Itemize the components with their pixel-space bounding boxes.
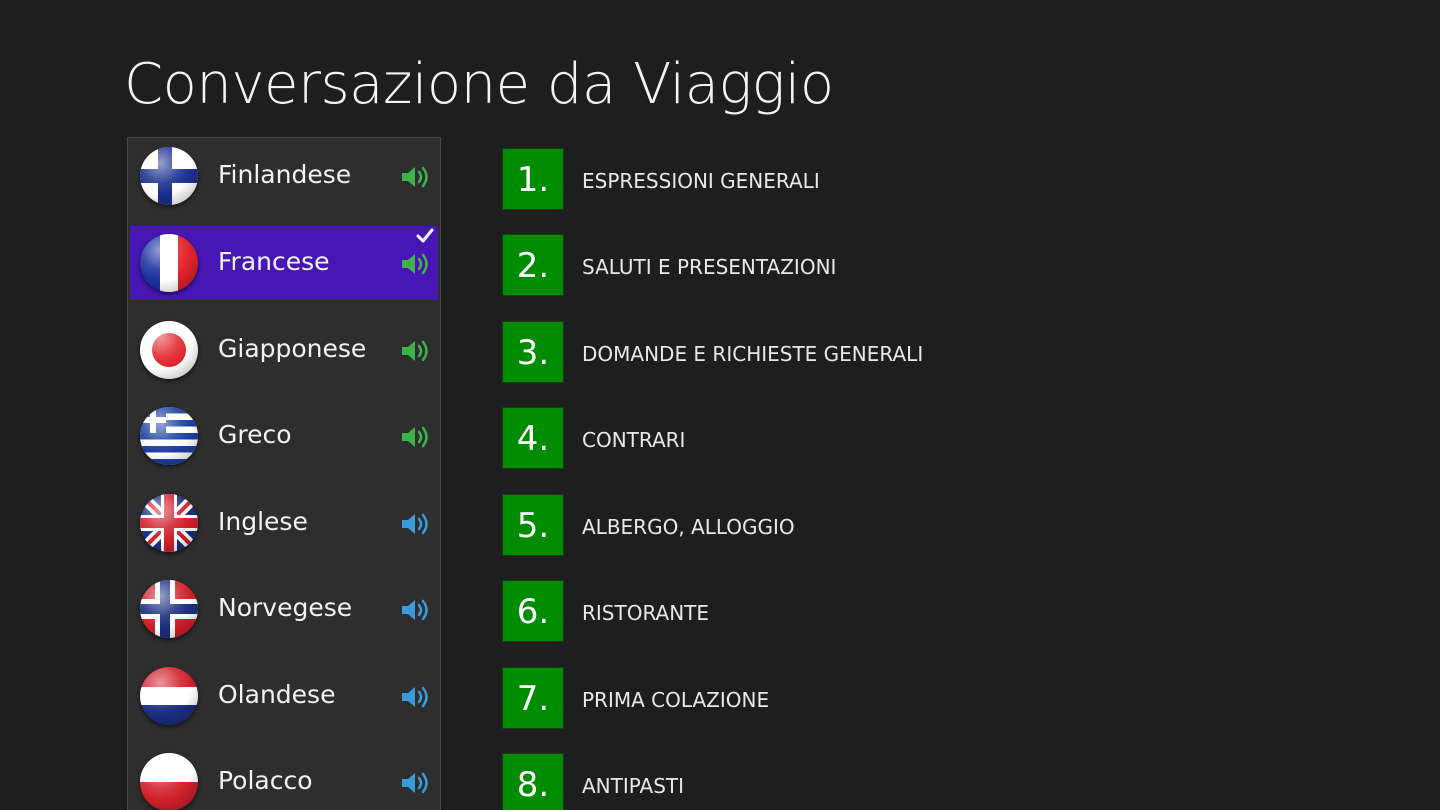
language-item-greco[interactable]: Greco <box>130 399 438 473</box>
language-name: Finlandese <box>218 160 352 189</box>
netherlands-flag-icon <box>140 667 198 725</box>
uk-flag-icon <box>140 494 198 552</box>
speaker-icon[interactable] <box>400 769 432 797</box>
language-name: Giapponese <box>218 334 367 363</box>
language-item-giapponese[interactable]: Giapponese <box>130 313 438 387</box>
topic-number-tile: 6. <box>502 580 564 642</box>
language-item-francese[interactable]: Francese <box>130 226 438 300</box>
topic-label: DOMANDE E RICHIESTE GENERALI <box>582 342 924 366</box>
topic-item-2[interactable]: 2. SALUTI E PRESENTAZIONI <box>502 234 1302 298</box>
topic-item-1[interactable]: 1. ESPRESSIONI GENERALI <box>502 148 1302 212</box>
france-flag-icon <box>140 234 198 292</box>
topic-number-tile: 4. <box>502 407 564 469</box>
topic-number-tile: 1. <box>502 148 564 210</box>
japan-flag-icon <box>140 321 198 379</box>
norway-flag-icon <box>140 580 198 638</box>
topic-number-tile: 7. <box>502 667 564 729</box>
topic-label: SALUTI E PRESENTAZIONI <box>582 255 837 279</box>
topic-number-tile: 3. <box>502 321 564 383</box>
language-name: Olandese <box>218 680 336 709</box>
topic-number-tile: 8. <box>502 753 564 810</box>
language-item-olandese[interactable]: Olandese <box>130 659 438 733</box>
topic-label: ESPRESSIONI GENERALI <box>582 169 820 193</box>
speaker-icon[interactable] <box>400 423 432 451</box>
greece-flag-icon <box>140 407 198 465</box>
language-list[interactable]: Finlandese Francese Giapponese Greco Ing… <box>127 137 441 810</box>
speaker-icon[interactable] <box>400 163 432 191</box>
topic-label: ANTIPASTI <box>582 774 685 798</box>
topic-label: RISTORANTE <box>582 601 710 625</box>
language-name: Inglese <box>218 507 308 536</box>
topic-item-7[interactable]: 7. PRIMA COLAZIONE <box>502 667 1302 731</box>
topic-item-8[interactable]: 8. ANTIPASTI <box>502 753 1302 810</box>
page-title: Conversazione da Viaggio <box>124 52 834 117</box>
language-item-polacco[interactable]: Polacco <box>130 745 438 810</box>
finland-flag-icon <box>140 147 198 205</box>
language-item-norvegese[interactable]: Norvegese <box>130 572 438 646</box>
poland-flag-icon <box>140 753 198 810</box>
topic-number-tile: 5. <box>502 494 564 556</box>
language-name: Greco <box>218 420 292 449</box>
topic-number-tile: 2. <box>502 234 564 296</box>
speaker-icon[interactable] <box>400 683 432 711</box>
topic-item-4[interactable]: 4. CONTRARI <box>502 407 1302 471</box>
language-item-finlandese[interactable]: Finlandese <box>130 139 438 213</box>
checkmark-icon <box>416 228 434 243</box>
app-page: Conversazione da Viaggio Finlandese Fran… <box>0 0 1440 810</box>
topic-label: PRIMA COLAZIONE <box>582 688 770 712</box>
topic-label: ALBERGO, ALLOGGIO <box>582 515 795 539</box>
speaker-icon[interactable] <box>400 596 432 624</box>
topic-item-5[interactable]: 5. ALBERGO, ALLOGGIO <box>502 494 1302 558</box>
speaker-icon[interactable] <box>400 337 432 365</box>
speaker-icon[interactable] <box>400 250 432 278</box>
speaker-icon[interactable] <box>400 510 432 538</box>
language-name: Francese <box>218 247 330 276</box>
topic-item-3[interactable]: 3. DOMANDE E RICHIESTE GENERALI <box>502 321 1302 385</box>
language-item-inglese[interactable]: Inglese <box>130 486 438 560</box>
topic-item-6[interactable]: 6. RISTORANTE <box>502 580 1302 644</box>
language-name: Polacco <box>218 766 313 795</box>
topic-label: CONTRARI <box>582 428 686 452</box>
language-name: Norvegese <box>218 593 353 622</box>
